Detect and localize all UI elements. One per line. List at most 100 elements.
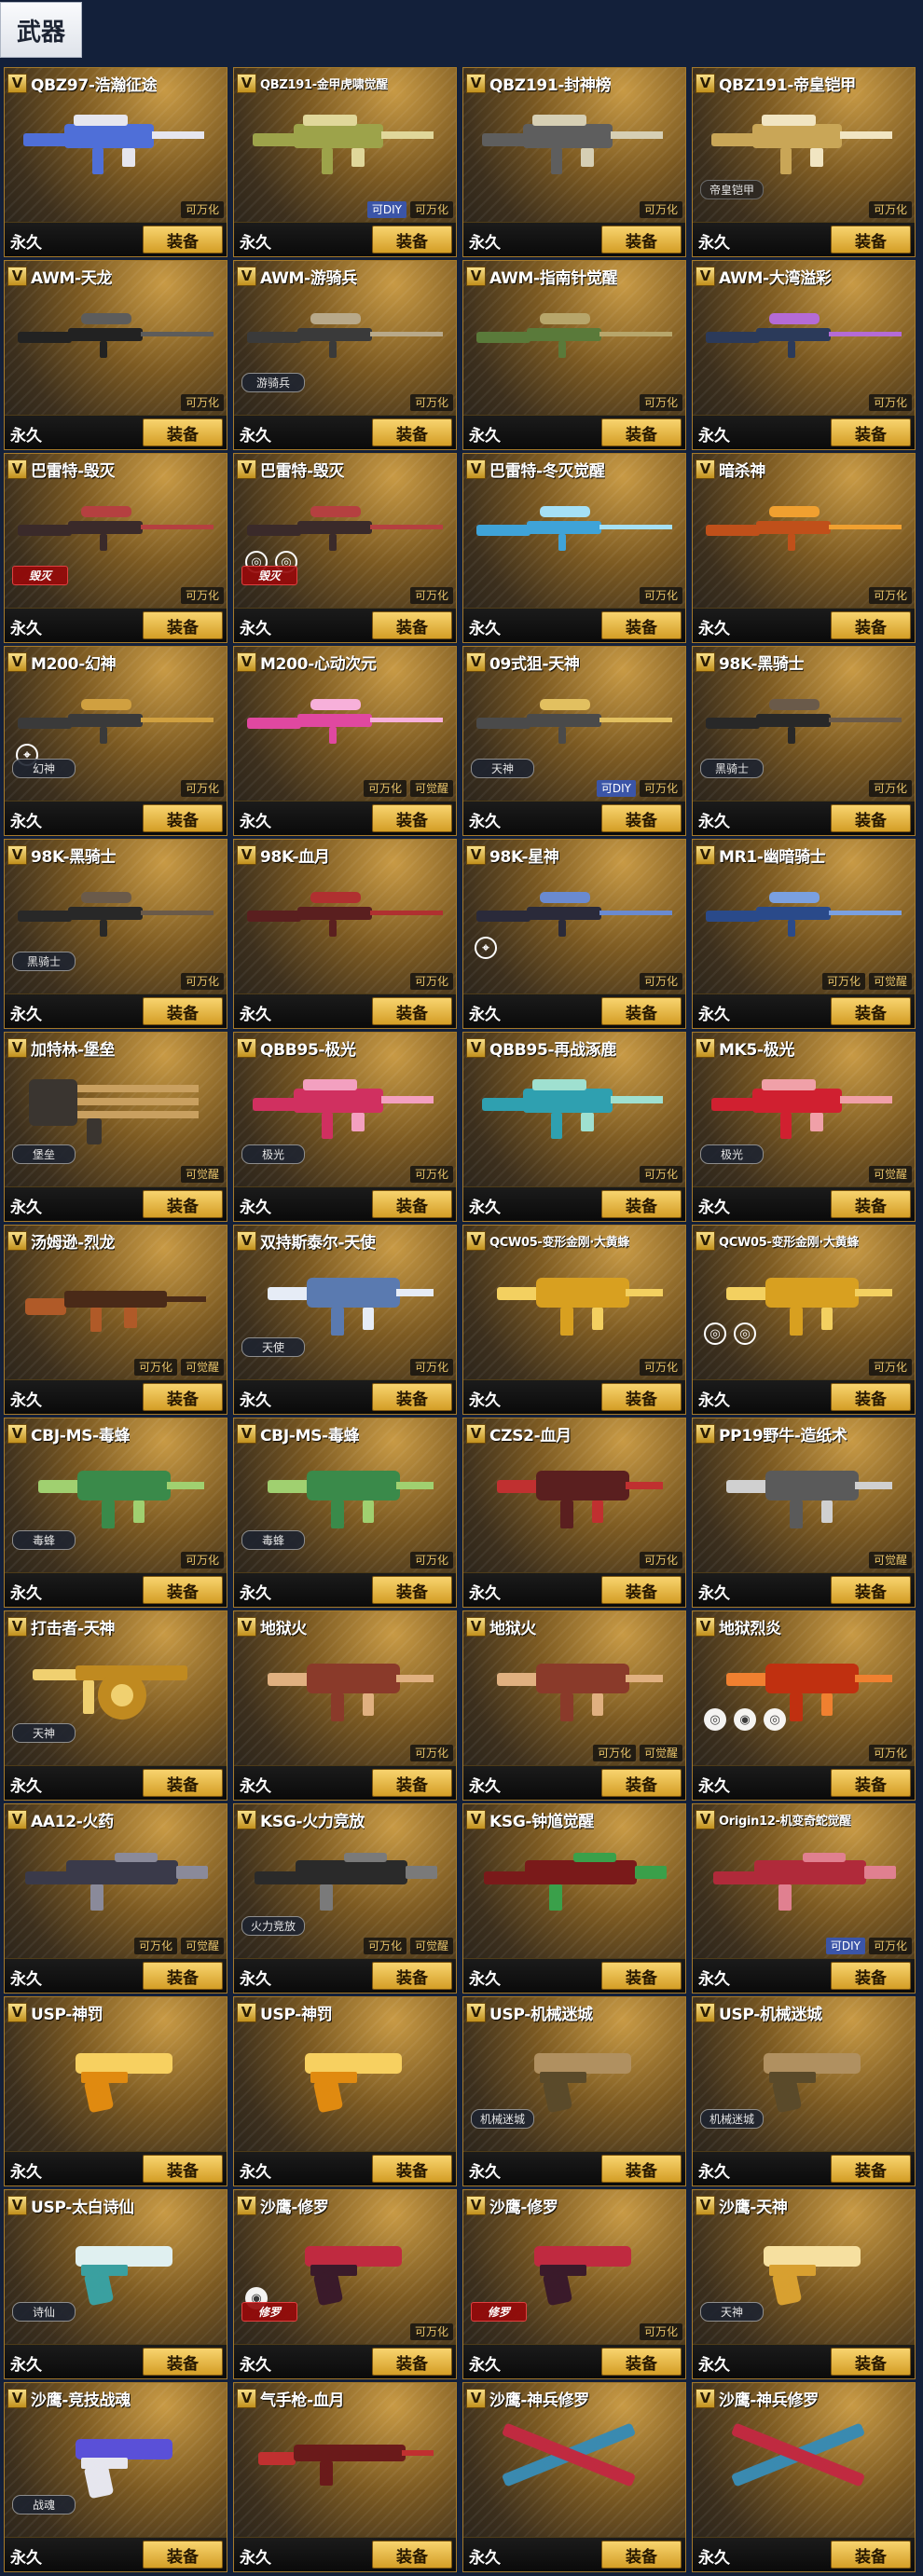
equip-button[interactable]: 装备 [831,1962,911,1990]
equip-button[interactable]: 装备 [831,1576,911,1604]
equip-button[interactable]: 装备 [143,997,223,1025]
equip-button[interactable]: 装备 [372,1962,452,1990]
weapon-card[interactable]: V USP-神罚 永久 装备 [4,1996,227,2186]
weapon-card[interactable]: V QBZ191-帝皇铠甲 帝皇铠甲 可万化 永久 装备 [692,67,916,257]
weapon-card[interactable]: V QCW05-变形金刚·大黄蜂 可万化 永久 装备 [462,1225,686,1415]
weapon-card[interactable]: V AWM-游骑兵 游骑兵 可万化 永久 装备 [233,260,457,450]
equip-button[interactable]: 装备 [601,804,682,832]
equip-button[interactable]: 装备 [143,2155,223,2183]
equip-button[interactable]: 装备 [831,997,911,1025]
equip-button[interactable]: 装备 [601,1962,682,1990]
weapon-card[interactable]: V AWM-大湾溢彩 可万化 永久 装备 [692,260,916,450]
equip-button[interactable]: 装备 [372,1576,452,1604]
equip-button[interactable]: 装备 [143,418,223,446]
weapon-card[interactable]: V 暗杀神 可万化 永久 装备 [692,453,916,643]
weapon-card[interactable]: V QCW05-变形金刚·大黄蜂 ◎ ◎ 可万化 永久 装备 [692,1225,916,1415]
weapon-card[interactable]: V CBJ-MS-毒蜂 毒蜂 可万化 永久 装备 [233,1418,457,1608]
equip-button[interactable]: 装备 [372,611,452,639]
equip-button[interactable]: 装备 [372,997,452,1025]
weapon-card[interactable]: V M200-心动次元 可万化 可觉醒 永久 装备 [233,646,457,836]
weapon-card[interactable]: V 98K-黑骑士 黑骑士 可万化 永久 装备 [692,646,916,836]
equip-button[interactable]: 装备 [372,804,452,832]
weapon-card[interactable]: V 09式狙-天神 天神 可DIY 可万化 永久 装备 [462,646,686,836]
equip-button[interactable]: 装备 [601,2541,682,2569]
equip-button[interactable]: 装备 [372,2348,452,2376]
equip-button[interactable]: 装备 [372,1769,452,1797]
weapon-card[interactable]: V CZS2-血月 可万化 永久 装备 [462,1418,686,1608]
equip-button[interactable]: 装备 [372,1190,452,1218]
weapon-card[interactable]: V QBB95-极光 极光 可万化 永久 装备 [233,1032,457,1222]
weapon-card[interactable]: V PP19野牛-造纸术 可觉醒 永久 装备 [692,1418,916,1608]
equip-button[interactable]: 装备 [601,2348,682,2376]
weapon-card[interactable]: V 汤姆逊-烈龙 可万化 可觉醒 永久 装备 [4,1225,227,1415]
weapon-card[interactable]: V 气手枪-血月 永久 装备 [233,2382,457,2572]
equip-button[interactable]: 装备 [601,226,682,253]
weapon-card[interactable]: V 巴雷特-冬灭觉醒 可万化 永久 装备 [462,453,686,643]
weapon-card[interactable]: V QBZ191-封神榜 可万化 永久 装备 [462,67,686,257]
tab-weapons[interactable]: 武器 [0,2,82,58]
weapon-card[interactable]: V 沙鹰-修罗 ◉ 修罗 可万化 永久 装备 [233,2189,457,2379]
weapon-card[interactable]: V USP-机械迷城 机械迷城 永久 装备 [462,1996,686,2186]
weapon-card[interactable]: V AWM-指南针觉醒 可万化 永久 装备 [462,260,686,450]
weapon-card[interactable]: V 地狱火 可万化 可觉醒 永久 装备 [462,1610,686,1801]
weapon-card[interactable]: V CBJ-MS-毒蜂 毒蜂 可万化 永久 装备 [4,1418,227,1608]
equip-button[interactable]: 装备 [143,611,223,639]
weapon-card[interactable]: V Origin12-机变奇蛇觉醒 可DIY 可万化 永久 装备 [692,1803,916,1994]
weapon-card[interactable]: V AA12-火药 可万化 可觉醒 永久 装备 [4,1803,227,1994]
equip-button[interactable]: 装备 [372,418,452,446]
weapon-card[interactable]: V 98K-黑骑士 黑骑士 可万化 永久 装备 [4,839,227,1029]
weapon-card[interactable]: V AWM-天龙 可万化 永久 装备 [4,260,227,450]
equip-button[interactable]: 装备 [372,2541,452,2569]
equip-button[interactable]: 装备 [831,1769,911,1797]
weapon-card[interactable]: V 沙鹰-天神 天神 永久 装备 [692,2189,916,2379]
weapon-card[interactable]: V QBB95-再战涿鹿 可万化 永久 装备 [462,1032,686,1222]
weapon-card[interactable]: V MK5-极光 极光 可觉醒 永久 装备 [692,1032,916,1222]
weapon-card[interactable]: V 双持斯泰尔-天使 天使 可万化 永久 装备 [233,1225,457,1415]
weapon-card[interactable]: V 地狱火 可万化 永久 装备 [233,1610,457,1801]
equip-button[interactable]: 装备 [831,611,911,639]
weapon-card[interactable]: V USP-太白诗仙 诗仙 永久 装备 [4,2189,227,2379]
weapon-card[interactable]: V 沙鹰-神兵修罗 永久 装备 [462,2382,686,2572]
weapon-card[interactable]: V 巴雷特-毁灭 毁灭 可万化 永久 装备 [4,453,227,643]
equip-button[interactable]: 装备 [831,418,911,446]
weapon-card[interactable]: V USP-神罚 永久 装备 [233,1996,457,2186]
equip-button[interactable]: 装备 [831,2541,911,2569]
weapon-card[interactable]: V 沙鹰-修罗 修罗 可万化 永久 装备 [462,2189,686,2379]
equip-button[interactable]: 装备 [601,1190,682,1218]
weapon-card[interactable]: V 打击者-天神 天神 永久 装备 [4,1610,227,1801]
equip-button[interactable]: 装备 [372,226,452,253]
weapon-card[interactable]: V 98K-星神 ⌖ 可万化 永久 装备 [462,839,686,1029]
equip-button[interactable]: 装备 [601,1383,682,1411]
equip-button[interactable]: 装备 [143,226,223,253]
equip-button[interactable]: 装备 [831,1190,911,1218]
weapon-card[interactable]: V MR1-幽暗骑士 可万化 可觉醒 永久 装备 [692,839,916,1029]
weapon-card[interactable]: V KSG-火力竞放 火力竞放 可万化 可觉醒 永久 装备 [233,1803,457,1994]
equip-button[interactable]: 装备 [831,2155,911,2183]
equip-button[interactable]: 装备 [601,997,682,1025]
equip-button[interactable]: 装备 [143,2348,223,2376]
weapon-card[interactable]: V 沙鹰-神兵修罗 永久 装备 [692,2382,916,2572]
equip-button[interactable]: 装备 [831,1383,911,1411]
weapon-card[interactable]: V M200-幻神 ⌖ 幻神 可万化 永久 装备 [4,646,227,836]
equip-button[interactable]: 装备 [601,611,682,639]
equip-button[interactable]: 装备 [601,418,682,446]
equip-button[interactable]: 装备 [601,1576,682,1604]
weapon-card[interactable]: V 沙鹰-竞技战魂 战魂 永久 装备 [4,2382,227,2572]
equip-button[interactable]: 装备 [601,2155,682,2183]
weapon-card[interactable]: V 98K-血月 可万化 永久 装备 [233,839,457,1029]
equip-button[interactable]: 装备 [143,804,223,832]
weapon-card[interactable]: V QBZ191-金甲虎啸觉醒 可DIY 可万化 永久 装备 [233,67,457,257]
equip-button[interactable]: 装备 [372,2155,452,2183]
weapon-card[interactable]: V QBZ97-浩瀚征途 可万化 永久 装备 [4,67,227,257]
equip-button[interactable]: 装备 [143,1576,223,1604]
weapon-card[interactable]: V 加特林-堡垒 堡垒 可觉醒 永久 装备 [4,1032,227,1222]
equip-button[interactable]: 装备 [143,1962,223,1990]
equip-button[interactable]: 装备 [831,226,911,253]
equip-button[interactable]: 装备 [143,1769,223,1797]
weapon-card[interactable]: V 巴雷特-毁灭 ◎ ◎ 毁灭 可万化 永久 装备 [233,453,457,643]
equip-button[interactable]: 装备 [143,1383,223,1411]
equip-button[interactable]: 装备 [143,1190,223,1218]
equip-button[interactable]: 装备 [831,2348,911,2376]
weapon-card[interactable]: V KSG-钟馗觉醒 永久 装备 [462,1803,686,1994]
equip-button[interactable]: 装备 [601,1769,682,1797]
